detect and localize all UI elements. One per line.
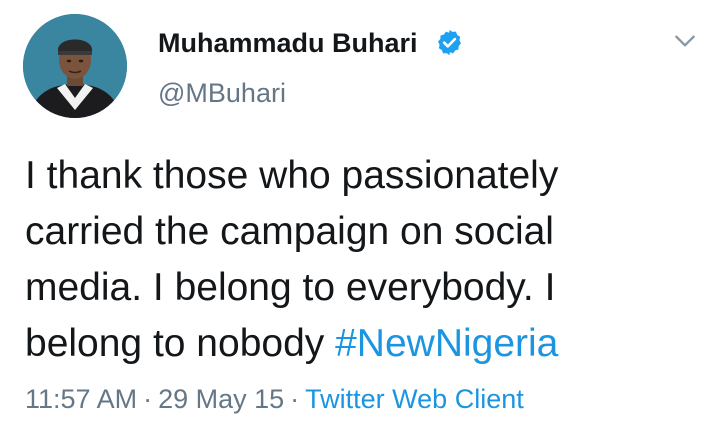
chevron-down-icon[interactable] bbox=[672, 28, 698, 54]
meta-separator: · bbox=[290, 384, 300, 414]
hashtag-link[interactable]: #NewNigeria bbox=[335, 322, 558, 365]
tweet-source-link[interactable]: Twitter Web Client bbox=[305, 384, 524, 414]
avatar[interactable] bbox=[23, 14, 127, 118]
tweet-text-line: media. I belong to everybody. I bbox=[25, 266, 556, 309]
author-display-name[interactable]: Muhammadu Buhari bbox=[158, 26, 418, 60]
verified-badge-icon bbox=[438, 29, 461, 56]
tweet-text-line: I thank those who passionately bbox=[25, 154, 559, 197]
tweet-text-line: belong to nobody bbox=[25, 322, 336, 365]
tweet-date[interactable]: 29 May 15 bbox=[158, 384, 284, 414]
tweet-time[interactable]: 11:57 AM bbox=[25, 384, 137, 414]
meta-separator: · bbox=[143, 384, 153, 414]
tweet-metadata: 11:57 AM · 29 May 15 · Twitter Web Client bbox=[25, 382, 524, 416]
tweet-text: I thank those who passionately carried t… bbox=[25, 148, 695, 372]
tweet-text-line: carried the campaign on social bbox=[25, 210, 554, 253]
avatar-portrait bbox=[23, 14, 127, 118]
tweet-card: Muhammadu Buhari @MBuhari I thank those … bbox=[0, 0, 720, 426]
author-handle[interactable]: @MBuhari bbox=[158, 76, 286, 110]
